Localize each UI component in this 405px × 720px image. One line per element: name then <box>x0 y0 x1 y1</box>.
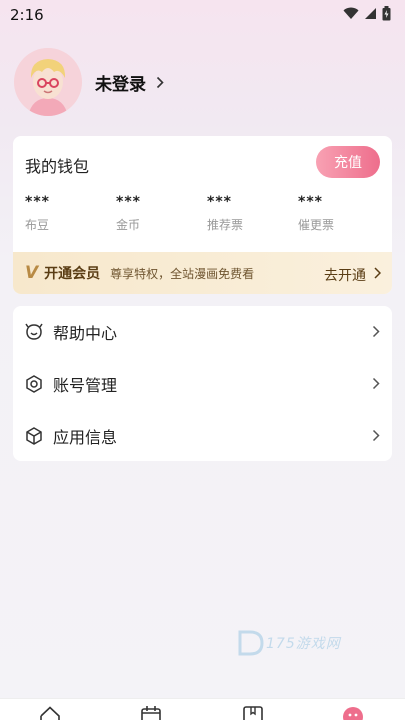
menu-item-account-management[interactable]: 账号管理 <box>13 358 392 410</box>
chevron-right-icon <box>372 429 380 442</box>
home-icon[interactable] <box>39 706 61 720</box>
wallet-stat-urge-tickets[interactable]: *** 催更票 <box>298 194 378 233</box>
avatar-illustration-icon <box>14 48 82 116</box>
wallet-stat-coins[interactable]: *** 金币 <box>116 194 196 233</box>
help-center-icon <box>25 323 43 340</box>
stat-value: *** <box>298 194 323 210</box>
stat-label: 催更票 <box>298 218 335 232</box>
menu-item-app-info[interactable]: 应用信息 <box>13 410 392 462</box>
vip-description: 尊享特权，全站漫画免费看 <box>110 266 255 281</box>
vip-logo-icon: V <box>25 263 39 283</box>
wallet-stat-recommend-tickets[interactable]: *** 推荐票 <box>207 194 287 233</box>
menu-item-label: 应用信息 <box>53 428 118 447</box>
chevron-right-icon <box>374 267 381 279</box>
wallet-stat-budou[interactable]: *** 布豆 <box>25 194 105 233</box>
vip-banner[interactable]: V 开通会员 尊享特权，全站漫画免费看 去开通 <box>13 252 392 294</box>
status-bar: 2:16 <box>0 0 405 30</box>
cellular-signal-icon <box>365 8 376 19</box>
menu-item-label: 帮助中心 <box>53 324 118 343</box>
account-management-icon <box>26 375 42 393</box>
stat-value: *** <box>116 194 141 210</box>
stat-value: *** <box>207 194 232 210</box>
calendar-icon[interactable] <box>140 706 162 720</box>
login-prompt[interactable]: 未登录 <box>95 70 146 95</box>
menu-item-label: 账号管理 <box>53 376 118 395</box>
wallet-title: 我的钱包 <box>25 157 90 176</box>
watermark: 175游戏网 <box>236 628 341 658</box>
status-time: 2:16 <box>10 6 44 24</box>
chevron-right-icon <box>372 325 380 338</box>
watermark-text: 175游戏网 <box>266 636 341 652</box>
battery-icon <box>382 6 391 21</box>
app-info-icon <box>26 427 42 445</box>
chevron-right-icon <box>156 76 164 88</box>
bookshelf-icon[interactable] <box>242 706 264 720</box>
chevron-right-icon <box>372 377 380 390</box>
wallet-card: 我的钱包 充值 *** 布豆 *** 金币 *** 推荐票 *** 催更票 V … <box>13 136 392 294</box>
wifi-icon <box>343 7 359 19</box>
vip-open-link[interactable]: 去开通 <box>324 265 366 285</box>
profile-icon[interactable] <box>342 706 364 720</box>
settings-menu: 帮助中心 账号管理 应用信息 <box>13 306 392 461</box>
bottom-tab-bar <box>0 698 405 720</box>
menu-item-help-center[interactable]: 帮助中心 <box>13 306 392 358</box>
vip-title: 开通会员 <box>44 266 101 282</box>
watermark-logo-icon <box>238 630 264 656</box>
stat-label: 推荐票 <box>207 218 244 232</box>
stat-label: 布豆 <box>25 218 50 232</box>
recharge-button[interactable]: 充值 <box>316 146 380 178</box>
status-icons <box>343 6 391 21</box>
stat-value: *** <box>25 194 50 210</box>
profile-header[interactable]: 未登录 <box>14 48 164 116</box>
stat-label: 金币 <box>116 218 141 232</box>
avatar[interactable] <box>14 48 82 116</box>
